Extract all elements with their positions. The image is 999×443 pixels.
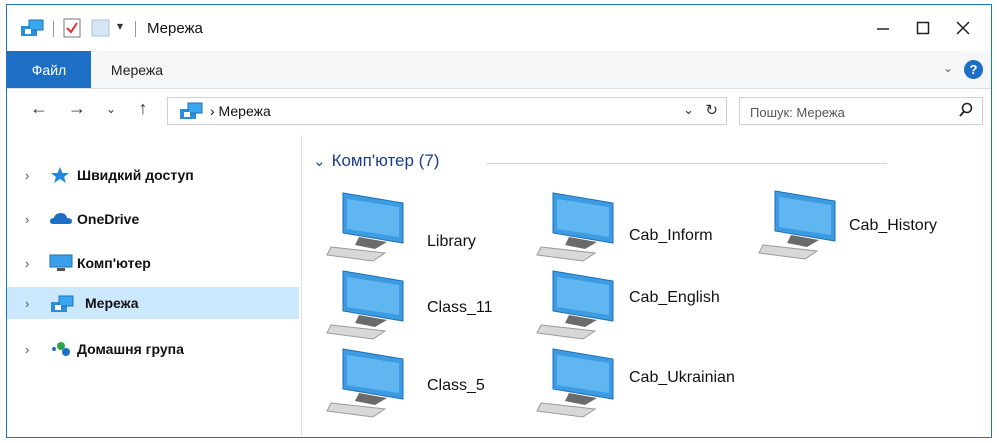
sidebar-item-label: Швидкий доступ (77, 167, 194, 183)
group-header[interactable]: ⌄ Комп'ютер (7) (313, 151, 439, 171)
computer-name: Class_11 (427, 299, 493, 316)
group-title: Комп'ютер (7) (331, 151, 440, 170)
sidebar-item-quick-access[interactable]: › Швидкий доступ (7, 159, 299, 191)
search-input[interactable] (748, 102, 942, 122)
back-button[interactable]: ← (27, 98, 51, 119)
monitor-icon (49, 254, 73, 272)
computer-item[interactable]: Class_11 (325, 267, 535, 343)
computer-name: Cab_Inform (629, 227, 713, 244)
sidebar-item-onedrive[interactable]: › OneDrive (7, 203, 299, 235)
sidebar-item-label: Мережа (85, 295, 139, 311)
computer-item[interactable]: Cab_Inform (535, 189, 745, 265)
sidebar-item-label: Домашня група (77, 341, 184, 357)
up-button[interactable]: ↑ (131, 98, 155, 119)
minimize-button[interactable] (863, 15, 903, 41)
cloud-icon (49, 210, 73, 228)
computer-name: Class_5 (427, 377, 485, 394)
divider (53, 21, 54, 37)
window-title: Мережа (147, 20, 203, 37)
title-bar: ▾ Мережа (7, 5, 991, 51)
address-path: › Мережа (210, 103, 271, 119)
expand-arrow-icon[interactable]: › (25, 212, 29, 227)
sidebar-item-computer[interactable]: › Комп'ютер (7, 247, 299, 279)
forward-button[interactable]: → (65, 98, 89, 119)
address-bar[interactable]: › Мережа ⌄ ↻ (167, 97, 727, 125)
search-icon[interactable] (958, 102, 974, 123)
maximize-button[interactable] (903, 15, 943, 41)
divider (135, 21, 136, 37)
computer-item[interactable]: Library (325, 189, 535, 265)
homegroup-icon (49, 340, 73, 358)
network-icon[interactable] (19, 18, 47, 43)
computer-icon (758, 190, 836, 260)
ribbon: Файл Мережа ⌄ ? (7, 51, 991, 89)
search-box[interactable] (739, 97, 983, 125)
computer-item[interactable]: Cab_History (757, 187, 967, 263)
network-icon (178, 101, 206, 126)
computer-name: Cab_Ukrainian (629, 369, 735, 386)
network-icon (49, 294, 74, 312)
quick-access-dropdown-icon[interactable]: ▾ (117, 19, 123, 33)
computer-icon (326, 270, 404, 340)
properties-icon[interactable] (63, 18, 81, 43)
expand-ribbon-icon[interactable]: ⌄ (943, 61, 953, 75)
computer-name: Library (427, 233, 476, 250)
expand-arrow-icon[interactable]: › (25, 296, 29, 311)
computer-icon (536, 192, 614, 262)
explorer-window: ▾ Мережа Файл Мережа ⌄ ? ← → ⌄ ↑ › Мереж… (6, 4, 992, 438)
sidebar-item-network[interactable]: › Мережа (7, 287, 299, 319)
computer-name: Cab_English (629, 289, 720, 306)
computer-item[interactable]: Class_5 (325, 345, 535, 421)
computer-item[interactable]: Cab_Ukrainian (535, 345, 745, 421)
expand-arrow-icon[interactable]: › (25, 256, 29, 271)
computer-icon (536, 348, 614, 418)
computer-name: Cab_History (849, 217, 938, 234)
computer-icon (536, 270, 614, 340)
computer-item[interactable]: Cab_English (535, 267, 745, 343)
group-divider (487, 163, 887, 164)
recent-locations-icon[interactable]: ⌄ (99, 102, 123, 116)
close-button[interactable] (943, 15, 983, 41)
navigation-pane: › Швидкий доступ › OneDrive › Комп'ютер … (7, 135, 302, 437)
expand-arrow-icon[interactable]: › (25, 342, 29, 357)
tab-network[interactable]: Мережа (91, 51, 183, 88)
chevron-down-icon[interactable]: ⌄ (313, 152, 326, 170)
help-button[interactable]: ? (964, 60, 983, 79)
navigation-bar: ← → ⌄ ↑ › Мережа ⌄ ↻ (7, 89, 991, 133)
new-folder-icon[interactable] (91, 18, 111, 43)
address-dropdown-icon[interactable]: ⌄ (683, 102, 694, 118)
computer-icon (326, 348, 404, 418)
sidebar-item-label: OneDrive (77, 211, 140, 227)
computer-icon (326, 192, 404, 262)
tab-file[interactable]: Файл (7, 51, 91, 88)
refresh-icon[interactable]: ↻ (705, 101, 718, 119)
star-icon (49, 166, 73, 184)
sidebar-item-label: Комп'ютер (77, 255, 151, 271)
sidebar-item-homegroup[interactable]: › Домашня група (7, 333, 299, 365)
expand-arrow-icon[interactable]: › (25, 168, 29, 183)
